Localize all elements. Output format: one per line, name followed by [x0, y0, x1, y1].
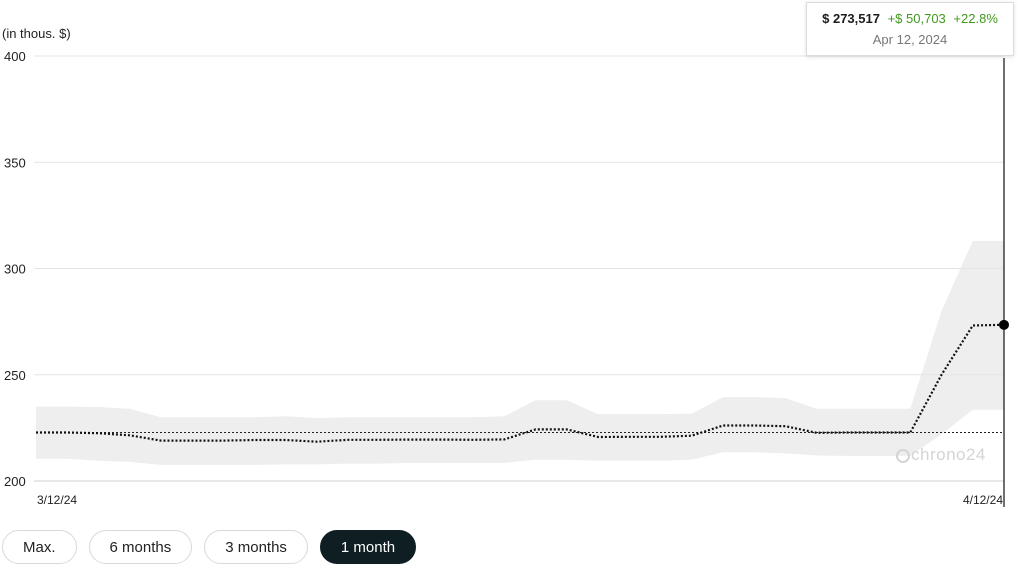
y-tick-label-350: 350 — [4, 155, 26, 170]
y-tick-label-250: 250 — [4, 368, 26, 383]
price-chart: 200 250 300 350 400 3/12/24 4/12/24 — [4, 49, 1009, 507]
range-selector: Max. 6 months 3 months 1 month — [2, 530, 417, 564]
range-1-month-button[interactable]: 1 month — [319, 530, 417, 564]
price-tooltip: $ 273,517 +$ 50,703 +22.8% Apr 12, 2024 — [806, 2, 1014, 56]
y-tick-label-200: 200 — [4, 474, 26, 489]
watermark-text: chrono24 — [911, 445, 986, 464]
tooltip-change-abs: +$ 50,703 — [887, 11, 946, 26]
tooltip-date: Apr 12, 2024 — [872, 32, 948, 47]
x-tick-label-start: 3/12/24 — [37, 493, 77, 507]
range-max-button[interactable]: Max. — [2, 530, 77, 564]
y-unit-label: (in thous. $) — [2, 26, 71, 41]
tooltip-value: $ 273,517 — [822, 11, 880, 26]
y-tick-label-400: 400 — [4, 49, 26, 64]
range-3-months-button[interactable]: 3 months — [204, 530, 308, 564]
y-tick-label-300: 300 — [4, 262, 26, 277]
hover-point-marker — [999, 319, 1009, 330]
chrono24-watermark: chrono24 — [896, 445, 986, 465]
range-6-months-button[interactable]: 6 months — [88, 530, 193, 564]
range-band — [36, 240, 1004, 465]
chrono24-logo-icon — [896, 449, 910, 463]
x-tick-label-end: 4/12/24 — [963, 493, 1003, 507]
tooltip-change-pct: +22.8% — [953, 11, 998, 26]
